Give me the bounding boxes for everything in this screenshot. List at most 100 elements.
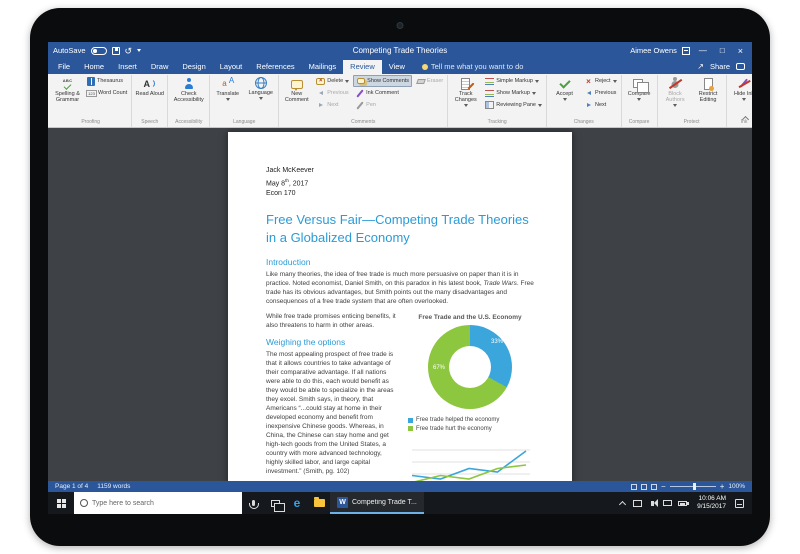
hide-ink-button[interactable]: Hide Ink	[729, 75, 752, 101]
embedded-charts[interactable]: Free Trade and the U.S. Economy 33% 67% …	[406, 312, 534, 481]
pen-icon	[356, 101, 363, 109]
volume-tray-button[interactable]	[645, 492, 660, 514]
task-view-button[interactable]	[264, 492, 286, 514]
book-icon	[87, 77, 95, 86]
dropdown-caret-icon	[637, 98, 641, 101]
microphone-button[interactable]	[242, 492, 264, 514]
donut-label-green: 67%	[433, 365, 445, 371]
zoom-out-button[interactable]: −	[661, 483, 666, 491]
zoom-level[interactable]: 100%	[728, 483, 745, 490]
restore-button[interactable]: □	[716, 46, 729, 55]
markup-lines-icon	[485, 78, 494, 85]
eraser-button[interactable]: Eraser	[414, 75, 445, 87]
battery-tray-button[interactable]	[675, 492, 690, 514]
next-change-button[interactable]: Next	[582, 99, 619, 111]
read-aloud-icon	[143, 77, 156, 90]
line-chart[interactable]	[406, 438, 534, 481]
restrict-editing-button[interactable]: Restrict Editing	[693, 75, 724, 103]
tell-me-box[interactable]: Tell me what you want to do	[422, 62, 524, 74]
tab-mailings[interactable]: Mailings	[302, 60, 344, 74]
group-name-compare: Compare	[624, 118, 655, 127]
save-icon[interactable]	[112, 47, 120, 55]
group-name-comments: Comments	[281, 118, 445, 127]
tab-view[interactable]: View	[382, 60, 412, 74]
tab-home[interactable]: Home	[77, 60, 111, 74]
tab-layout[interactable]: Layout	[213, 60, 250, 74]
undo-icon[interactable]	[125, 47, 133, 55]
hidden-icons-button[interactable]	[615, 492, 630, 514]
tab-file[interactable]: File	[51, 60, 77, 74]
chart-title: Free Trade and the U.S. Economy	[406, 314, 534, 321]
tablet-frame: Competing Trade Theories AutoSave Aimee …	[30, 8, 770, 546]
previous-change-button[interactable]: Previous	[582, 87, 619, 99]
autosave-toggle[interactable]	[91, 47, 107, 55]
show-markup-dropdown[interactable]: Show Markup	[483, 87, 544, 99]
edge-button[interactable]	[286, 492, 308, 514]
tab-design[interactable]: Design	[175, 60, 212, 74]
share-button[interactable]: Share	[710, 62, 730, 71]
show-comments-button[interactable]: Show Comments	[353, 75, 412, 87]
page-indicator[interactable]: Page 1 of 4	[55, 483, 88, 490]
ink-comment-button[interactable]: Ink Comment	[353, 87, 412, 99]
doc-author: Jack McKeever	[266, 166, 534, 176]
delete-comment-button[interactable]: Delete	[314, 75, 351, 87]
book-title-italic: Trade Wars	[484, 280, 517, 287]
zoom-slider[interactable]	[670, 486, 716, 487]
display-tray-button[interactable]	[630, 492, 645, 514]
word-count-indicator[interactable]: 1159 words	[97, 483, 130, 490]
chart-legend: Free trade helped the economy Free trade…	[408, 417, 534, 432]
ribbon-group-protect: Block Authors Restrict Editing Protect	[658, 75, 727, 127]
restrict-editing-icon	[704, 78, 713, 90]
collapse-ribbon-button[interactable]	[741, 115, 749, 123]
reviewing-pane-dropdown[interactable]: Reviewing Pane	[483, 99, 544, 111]
start-button[interactable]	[48, 492, 74, 514]
action-center-icon[interactable]	[735, 499, 744, 508]
read-mode-icon[interactable]	[631, 484, 637, 490]
taskbar-clock[interactable]: 10:06 AM9/15/2017	[690, 495, 733, 512]
block-authors-button[interactable]: Block Authors	[660, 75, 691, 107]
doc-course: Econ 170	[266, 189, 534, 199]
ribbon: Spelling & Grammar Thesaurus Word Count …	[48, 74, 752, 128]
show-comments-icon	[357, 78, 365, 84]
reject-button[interactable]: Reject	[582, 75, 619, 87]
taskbar-word-app[interactable]: Competing Trade T...	[330, 492, 424, 514]
keyboard-tray-button[interactable]	[660, 492, 675, 514]
tab-review[interactable]: Review	[343, 60, 382, 74]
document-canvas[interactable]: Jack McKeever May 8th, 2017 Econ 170 Fre…	[48, 128, 752, 481]
new-comment-button[interactable]: New Comment	[281, 75, 312, 103]
tab-references[interactable]: References	[249, 60, 301, 74]
close-button[interactable]: ×	[734, 46, 747, 56]
file-explorer-button[interactable]	[308, 492, 330, 514]
simple-markup-dropdown[interactable]: Simple Markup	[483, 75, 544, 87]
word-count-button[interactable]: Word Count	[85, 87, 129, 99]
quick-access-caret-icon[interactable]	[137, 49, 141, 52]
next-comment-button[interactable]: Next	[314, 99, 351, 111]
microphone-icon	[252, 500, 255, 506]
check-accessibility-button[interactable]: Check Accessibility	[170, 75, 207, 103]
web-layout-icon[interactable]	[651, 484, 657, 490]
spelling-grammar-button[interactable]: Spelling & Grammar	[52, 75, 83, 103]
minimize-button[interactable]: —	[695, 46, 711, 55]
zoom-in-button[interactable]: +	[720, 483, 725, 491]
pen-button[interactable]: Pen	[353, 99, 412, 111]
track-changes-button[interactable]: Track Changes	[450, 75, 481, 107]
language-button[interactable]: Language	[245, 75, 276, 100]
taskbar-search-box[interactable]: Type here to search	[74, 492, 242, 514]
compare-button[interactable]: Compare	[624, 75, 655, 101]
tab-insert[interactable]: Insert	[111, 60, 144, 74]
translate-button[interactable]: Translate	[212, 75, 243, 101]
accept-button[interactable]: Accept	[549, 75, 580, 101]
print-layout-icon[interactable]	[641, 484, 647, 490]
signed-in-user: Aimee Owens	[630, 46, 677, 55]
ribbon-group-language: Translate Language Language	[210, 75, 279, 127]
zoom-slider-thumb[interactable]	[693, 483, 696, 490]
ribbon-display-options-icon[interactable]	[682, 47, 690, 55]
thesaurus-button[interactable]: Thesaurus	[85, 75, 129, 87]
read-aloud-button[interactable]: Read Aloud	[134, 75, 165, 97]
tab-draw[interactable]: Draw	[144, 60, 176, 74]
previous-comment-button[interactable]: Previous	[314, 87, 351, 99]
ribbon-group-compare: Compare Compare	[622, 75, 658, 127]
comments-bubble-icon[interactable]	[736, 63, 745, 70]
ribbon-group-changes: Accept Reject Previous Next Changes	[547, 75, 622, 127]
document-page[interactable]: Jack McKeever May 8th, 2017 Econ 170 Fre…	[228, 132, 572, 481]
